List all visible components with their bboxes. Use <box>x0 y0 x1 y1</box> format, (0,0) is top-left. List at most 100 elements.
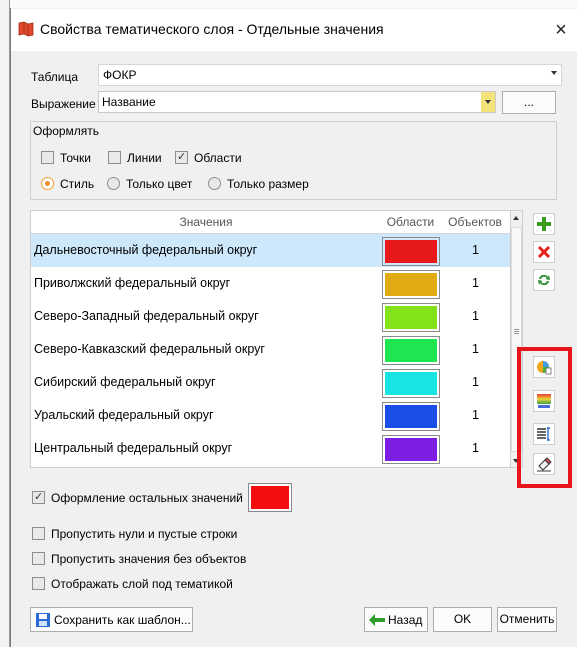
row-color-swatch[interactable] <box>382 435 440 464</box>
thematic-layer-icon <box>18 21 34 37</box>
other-values-swatch <box>251 486 289 509</box>
delete-icon <box>537 245 551 259</box>
color-only-radio[interactable] <box>107 177 120 190</box>
other-values-label: Оформление остальных значений <box>51 491 243 505</box>
grip-icon <box>514 329 519 330</box>
skip-empty-values-checkbox[interactable] <box>32 552 45 565</box>
table-row[interactable]: Северо-Западный федеральный округ 1 <box>31 300 510 333</box>
row-color-swatch[interactable] <box>382 402 440 431</box>
swatch-fill <box>385 273 437 296</box>
palette-icon <box>537 361 552 375</box>
row-name: Сибирский федеральный округ <box>34 375 216 389</box>
column-header-values[interactable]: Значения <box>31 211 382 234</box>
column-header-areas[interactable]: Области <box>381 211 441 234</box>
row-name: Дальневосточный федеральный округ <box>34 243 258 257</box>
row-count: 1 <box>472 342 479 356</box>
ok-button[interactable]: OK <box>433 607 492 632</box>
show-layer-below-label: Отображать слой под тематикой <box>51 577 233 591</box>
points-checkbox[interactable] <box>41 151 54 164</box>
swatch-fill <box>385 339 437 362</box>
swatch-fill <box>385 372 437 395</box>
row-count: 1 <box>472 441 479 455</box>
size-only-radio-label: Только размер <box>227 177 309 191</box>
table-row[interactable]: Уральский федеральный округ 1 <box>31 399 510 432</box>
swatch-fill <box>385 438 437 461</box>
row-count: 1 <box>472 375 479 389</box>
swatch-fill <box>385 405 437 428</box>
row-count: 1 <box>472 408 479 422</box>
parent-window-edge <box>0 0 10 647</box>
expression-browse-button[interactable]: ... <box>502 91 556 114</box>
desktop-edge <box>0 0 577 8</box>
save-icon <box>36 613 50 627</box>
row-color-swatch[interactable] <box>382 303 440 332</box>
chevron-down-icon[interactable] <box>481 92 495 112</box>
row-color-swatch[interactable] <box>382 237 440 266</box>
areas-checkbox[interactable] <box>175 150 188 164</box>
palette-button[interactable] <box>533 356 555 378</box>
text-style-button[interactable] <box>533 423 555 445</box>
refresh-values-button[interactable] <box>533 269 555 291</box>
color-only-radio-label: Только цвет <box>126 177 193 191</box>
areas-label: Области <box>194 151 242 165</box>
row-name: Северо-Кавказский федеральный округ <box>34 342 265 356</box>
column-header-count[interactable]: Объектов <box>440 211 510 234</box>
refresh-icon <box>538 274 550 286</box>
row-count: 1 <box>472 276 479 290</box>
row-name: Центральный федеральный округ <box>34 441 233 455</box>
row-color-swatch[interactable] <box>382 336 440 365</box>
row-count: 1 <box>472 309 479 323</box>
back-label: Назад <box>388 613 423 627</box>
style-radio-label: Стиль <box>60 177 95 191</box>
add-value-button[interactable] <box>533 213 555 235</box>
skip-empty-values-label: Пропустить значения без объектов <box>51 552 247 566</box>
swatch-fill <box>385 306 437 329</box>
skip-nulls-checkbox[interactable] <box>32 527 45 540</box>
back-button[interactable]: Назад <box>364 607 428 632</box>
save-template-label: Сохранить как шаблон... <box>54 613 191 627</box>
row-count: 1 <box>472 243 479 257</box>
lines-checkbox[interactable] <box>108 151 121 164</box>
chevron-down-icon <box>551 71 557 75</box>
delete-value-button[interactable] <box>533 241 555 263</box>
lines-label: Линии <box>127 151 162 165</box>
gradient-icon <box>537 394 551 408</box>
row-name: Уральский федеральный округ <box>34 408 214 422</box>
style-radio[interactable] <box>41 177 54 190</box>
table-row[interactable]: Центральный федеральный округ 1 <box>31 432 510 465</box>
other-values-color-button[interactable] <box>248 483 292 512</box>
table-row[interactable]: Приволжский федеральный округ 1 <box>31 267 510 300</box>
table-row[interactable]: Северо-Кавказский федеральный округ 1 <box>31 333 510 366</box>
other-values-checkbox[interactable] <box>32 490 45 504</box>
cancel-button[interactable]: Отменить <box>497 607 557 632</box>
table-label: Таблица <box>31 70 79 84</box>
plus-icon <box>537 217 551 231</box>
expression-combo-value: Название <box>102 95 156 109</box>
eraser-button[interactable] <box>533 453 555 475</box>
close-button[interactable]: × <box>546 16 576 44</box>
expression-combo[interactable]: Название <box>98 91 496 113</box>
expression-label: Выражение <box>31 97 96 111</box>
save-template-button[interactable]: Сохранить как шаблон... <box>30 607 193 632</box>
text-style-icon <box>537 427 550 441</box>
table-row[interactable]: Дальневосточный федеральный округ 1 <box>31 234 510 267</box>
row-color-swatch[interactable] <box>382 270 440 299</box>
show-layer-below-checkbox[interactable] <box>32 577 45 590</box>
values-table: Значения Области Объектов Дальневосточны… <box>30 210 511 468</box>
table-row-partial[interactable] <box>31 465 510 467</box>
row-name: Северо-Западный федеральный округ <box>34 309 259 323</box>
gradient-button[interactable] <box>533 390 555 412</box>
scroll-up-icon[interactable] <box>513 216 519 220</box>
eraser-icon <box>537 457 552 472</box>
table-combo[interactable]: ФОКР <box>98 64 562 86</box>
table-row[interactable]: Сибирский федеральный округ 1 <box>31 366 510 399</box>
skip-nulls-label: Пропустить нули и пустые строки <box>51 527 238 541</box>
row-name: Приволжский федеральный округ <box>34 276 231 290</box>
row-color-swatch[interactable] <box>382 369 440 398</box>
arrow-left-icon <box>369 614 385 626</box>
swatch-fill <box>385 240 437 263</box>
window-title: Свойства тематического слоя - Отдельные … <box>40 21 384 37</box>
size-only-radio[interactable] <box>208 177 221 190</box>
style-group-title: Оформлять <box>33 124 100 138</box>
points-label: Точки <box>60 151 92 165</box>
